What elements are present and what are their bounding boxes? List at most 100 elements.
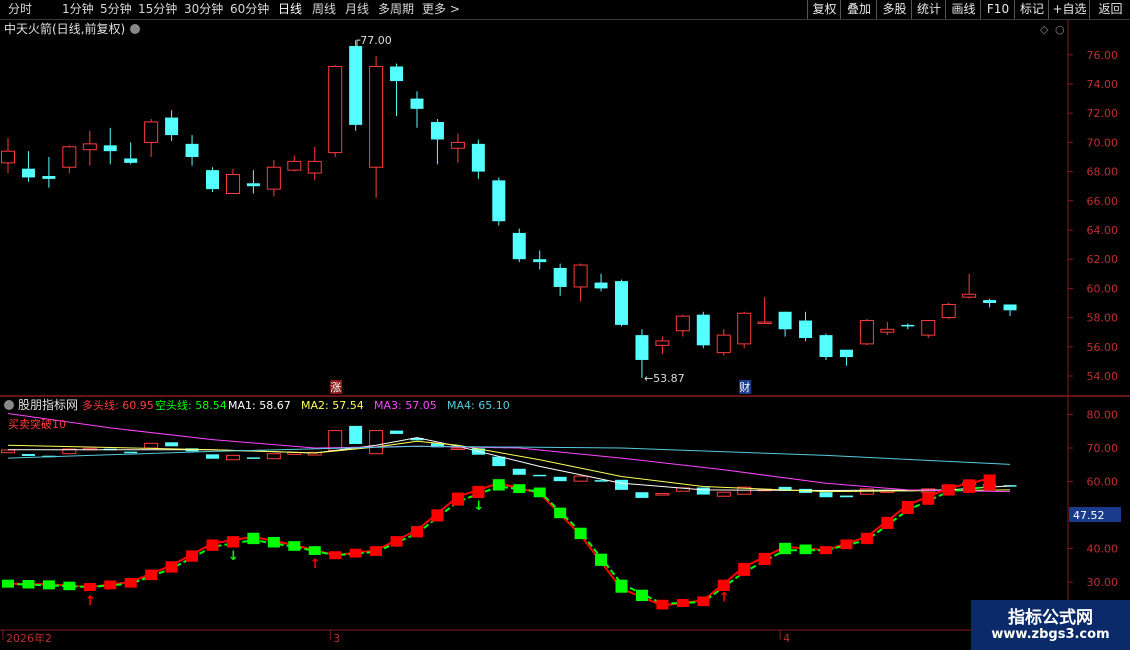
signal-block: [758, 552, 771, 566]
candle-body: [737, 312, 752, 345]
watermark: 指标公式网 www.zbgs3.com: [971, 600, 1130, 650]
candle-body: [533, 259, 547, 263]
candle-body: [390, 66, 404, 82]
candle-body: [206, 170, 219, 190]
signal-block: [349, 548, 362, 558]
signal-block: [922, 492, 935, 505]
signal-block: [2, 579, 14, 588]
candle-body: [941, 303, 956, 319]
mini-candle: [492, 456, 506, 467]
buy-arrow-icon: ↑: [310, 557, 321, 572]
period-tab-5[interactable]: 60分钟: [230, 1, 269, 18]
price-axis-label: 62.00: [1087, 253, 1119, 266]
date-label: 3: [333, 632, 340, 645]
toolbar-button-1[interactable]: 叠加: [840, 0, 877, 19]
period-tab-6[interactable]: 日线: [278, 1, 302, 18]
indicator-item: MA4: 65.10: [447, 399, 510, 412]
buy-arrow-icon: ↑: [85, 594, 96, 609]
signal-block: [472, 485, 485, 499]
toolbar-button-5[interactable]: F10: [980, 0, 1015, 19]
signal-block: [165, 561, 178, 573]
signal-block: [83, 583, 96, 592]
period-tab-7[interactable]: 周线: [312, 1, 336, 18]
title-dropdown-icon: [130, 24, 140, 34]
signal-block: [676, 598, 689, 607]
period-tab-2[interactable]: 5分钟: [100, 1, 132, 18]
mini-candle: [206, 454, 219, 459]
mini-candle: [716, 491, 731, 497]
candle-body: [839, 349, 853, 358]
close-panel-icon: ○: [1055, 23, 1065, 36]
period-tab-4[interactable]: 30分钟: [184, 1, 223, 18]
signal-block: [983, 474, 996, 491]
signal-block: [840, 539, 853, 550]
candle-body: [287, 160, 302, 171]
period-tab-3[interactable]: 15分钟: [138, 1, 177, 18]
price-axis-label: 74.00: [1087, 78, 1119, 91]
candle-body: [307, 160, 322, 174]
toolbar-button-2[interactable]: 多股: [876, 0, 912, 19]
watermark-title: 指标公式网: [1008, 608, 1093, 628]
signal-block: [288, 541, 301, 551]
period-tab-8[interactable]: 月线: [345, 1, 369, 18]
signal-block: [820, 546, 832, 555]
candle-body: [696, 314, 710, 346]
candle-body: [573, 264, 588, 288]
mini-candle: [390, 430, 404, 434]
mini-candle: [553, 476, 567, 482]
indicator-item: 空头线: 58.54: [155, 398, 227, 412]
signal-block: [226, 536, 239, 548]
period-tab-1[interactable]: 1分钟: [62, 1, 94, 18]
toolbar-button-8[interactable]: 返回: [1089, 0, 1130, 19]
period-tab-10[interactable]: 更多 >: [422, 1, 460, 18]
candle-body: [450, 141, 465, 149]
toolbar-button-6[interactable]: 标记: [1014, 0, 1049, 19]
candle-body: [471, 143, 485, 172]
indicator-sub-label: 买卖突破10: [8, 417, 66, 431]
period-tab-9[interactable]: 多周期: [378, 1, 414, 18]
candle-body: [901, 324, 915, 327]
signal-block: [738, 562, 751, 576]
candle-body: [778, 311, 792, 330]
toolbar-button-0[interactable]: 复权: [807, 0, 841, 19]
signal-block: [779, 542, 792, 555]
indicator-overlay: ↑ ↑ ↑ ↓ ↓: [1, 413, 1017, 610]
signal-block: [799, 544, 812, 555]
indicator-name: 股朋指标网: [18, 397, 78, 412]
toolbar-button-4[interactable]: 画线: [945, 0, 981, 19]
price-axis-label: 64.00: [1087, 224, 1119, 237]
signal-block: [247, 532, 260, 545]
signal-block: [963, 479, 976, 493]
candle-body: [983, 300, 997, 303]
candle-body: [512, 232, 526, 260]
period-tab-0[interactable]: 分时: [8, 1, 32, 18]
candle-body: [553, 267, 567, 287]
signal-block: [329, 551, 342, 560]
signal-block: [451, 492, 464, 506]
candle-body: [655, 340, 670, 346]
mini-candle: [165, 442, 179, 447]
mini-candle: [124, 451, 138, 454]
toolbar-button-7[interactable]: +自选: [1048, 0, 1090, 19]
signal-block: [206, 539, 219, 551]
signal-block: [63, 581, 76, 591]
toolbar-button-3[interactable]: 统计: [911, 0, 946, 19]
indicator-axis-label: 30.00: [1087, 576, 1119, 589]
indicator-axis-label: 40.00: [1087, 543, 1119, 556]
candle-body: [349, 46, 363, 125]
candle-body: [82, 143, 97, 151]
price-axis-label: 54.00: [1087, 370, 1119, 383]
indicator-item: 多头线: 60.95: [82, 398, 154, 412]
mini-candle: [512, 468, 526, 475]
candle-body: [799, 320, 813, 339]
mini-candle: [246, 457, 260, 459]
candle-body: [962, 293, 977, 298]
price-axis-label: 70.00: [1087, 136, 1119, 149]
date-label: 2026年2: [6, 631, 52, 645]
indicator-axis-label: 70.00: [1087, 442, 1119, 455]
candle-body: [859, 320, 874, 345]
candle-body: [635, 335, 649, 360]
signal-block: [533, 487, 546, 498]
mini-candle: [1, 449, 15, 454]
event-label: 涨: [330, 381, 341, 394]
